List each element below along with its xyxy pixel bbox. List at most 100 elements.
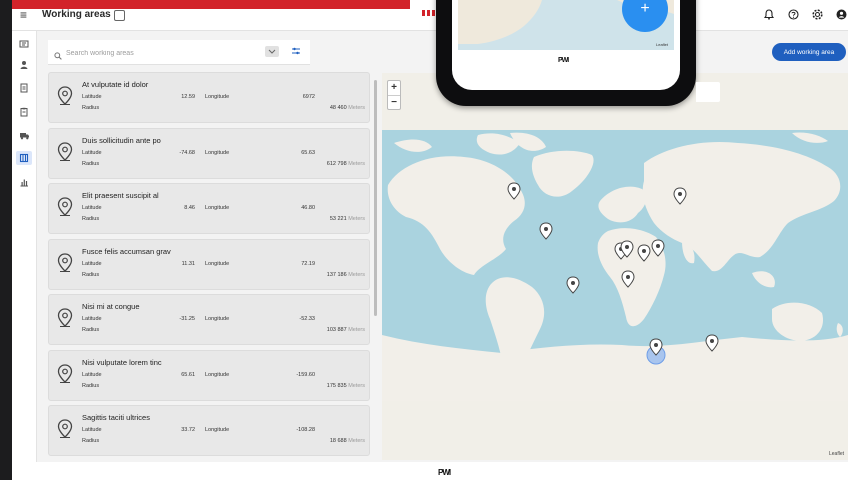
chart-icon <box>20 179 28 187</box>
phone-logo: PWI <box>558 57 569 64</box>
phone-overlay-bar <box>696 82 720 102</box>
longitude-label: Longitude <box>205 94 230 100</box>
radius-label: Radius <box>82 327 100 333</box>
tune-icon <box>292 47 300 55</box>
longitude-label: Longitude <box>205 316 230 322</box>
footer <box>12 462 848 480</box>
list-item[interactable]: Duis sollicitudin ante po Latitude -74.6… <box>48 128 370 179</box>
map-attribution[interactable]: Leaflet <box>829 451 844 457</box>
menu-icon[interactable]: ≡ <box>20 8 27 22</box>
longitude-label: Longitude <box>205 150 230 156</box>
list-item[interactable]: Nisi vulputate lorem tinc Latitude 65.61… <box>48 350 370 401</box>
person-icon <box>20 61 28 69</box>
longitude-value: 46.80 <box>301 205 315 211</box>
area-name: Nisi vulputate lorem tinc <box>82 358 162 367</box>
longitude-value: -159.60 <box>296 372 315 378</box>
sidebar-item-dashboard[interactable] <box>16 37 32 51</box>
latitude-label: Latitude <box>82 427 102 433</box>
location-pin-icon <box>57 364 73 389</box>
map-icon <box>19 153 29 163</box>
location-pin-icon <box>57 197 73 222</box>
latitude-value: 33.72 <box>181 427 195 433</box>
area-name: Elit praesent suscipit al <box>82 191 159 200</box>
longitude-label: Longitude <box>205 427 230 433</box>
latitude-label: Latitude <box>82 372 102 378</box>
longitude-value: 6972 <box>302 94 315 100</box>
search-icon <box>54 47 62 65</box>
area-name: Fusce felis accumsan grav <box>82 247 171 256</box>
zoom-controls: + − <box>387 80 401 110</box>
list-scrollbar[interactable] <box>374 80 377 316</box>
list-item[interactable]: Sagittis taciti ultrices Latitude 33.72 … <box>48 405 370 456</box>
location-pin-icon <box>57 308 73 333</box>
document-icon <box>20 83 28 93</box>
header-actions <box>762 6 848 22</box>
radius-value: 103 887 Meters <box>326 327 365 333</box>
search-input[interactable] <box>64 43 248 63</box>
area-name: Duis sollicitudin ante po <box>82 136 161 145</box>
phone-screen: Leaflet + PWI <box>452 0 680 90</box>
sidebar-item-documents[interactable] <box>16 81 32 95</box>
search-bar <box>48 40 310 65</box>
sidebar-item-fleet[interactable] <box>16 128 32 142</box>
radius-value: 48 460 Meters <box>329 105 365 111</box>
radius-label: Radius <box>82 272 100 278</box>
phone-map-attribution[interactable]: Leaflet <box>656 42 668 47</box>
list-item[interactable]: Elit praesent suscipit al Latitude 8.46 … <box>48 183 370 234</box>
radius-value: 18 688 Meters <box>329 438 365 444</box>
radius-label: Radius <box>82 216 100 222</box>
longitude-value: -52.33 <box>299 316 315 322</box>
radius-label: Radius <box>82 438 100 444</box>
footer-logo: PWI <box>438 468 451 477</box>
location-pin-icon <box>57 86 73 111</box>
truck-icon <box>19 132 29 139</box>
latitude-value: 8.46 <box>184 205 195 211</box>
latitude-label: Latitude <box>82 316 102 322</box>
bell-icon[interactable] <box>762 6 776 22</box>
filter-dropdown-button[interactable] <box>265 46 279 57</box>
latitude-value: 12.59 <box>181 94 195 100</box>
zoom-in-button[interactable]: + <box>388 81 400 96</box>
longitude-label: Longitude <box>205 205 230 211</box>
account-icon[interactable] <box>834 6 848 22</box>
latitude-label: Latitude <box>82 94 102 100</box>
longitude-value: 65.63 <box>301 150 315 156</box>
longitude-value: -108.28 <box>296 427 315 433</box>
radius-value: 137 186 Meters <box>326 272 365 278</box>
list-item[interactable]: Fusce felis accumsan grav Latitude 11.31… <box>48 239 370 290</box>
top-bar: ≡ Working areas <box>12 0 848 31</box>
zoom-out-button[interactable]: − <box>388 96 400 110</box>
location-pin-icon <box>57 142 73 167</box>
radius-value: 175 835 Meters <box>326 383 365 389</box>
latitude-value: 11.31 <box>181 261 195 267</box>
sidebar-item-reports[interactable] <box>16 175 32 189</box>
settings-icon[interactable] <box>810 6 824 22</box>
filter-settings-button[interactable] <box>290 45 302 57</box>
clipboard-icon <box>20 107 28 117</box>
sidebar-item-working-areas[interactable] <box>16 151 32 165</box>
longitude-label: Longitude <box>205 372 230 378</box>
radius-label: Radius <box>82 105 100 111</box>
world-map[interactable] <box>382 73 848 460</box>
list-item[interactable]: At vulputate id dolor Latitude 12.59 Lon… <box>48 72 370 123</box>
radius-label: Radius <box>82 161 100 167</box>
latitude-label: Latitude <box>82 261 102 267</box>
location-pin-icon <box>57 419 73 444</box>
working-area-list: At vulputate id dolor Latitude 12.59 Lon… <box>48 72 384 456</box>
sidebar-item-tasks[interactable] <box>16 105 32 119</box>
latitude-value: 65.61 <box>181 372 195 378</box>
help-icon[interactable] <box>786 6 800 22</box>
area-name: Nisi mi at congue <box>82 302 140 311</box>
dashboard-icon <box>19 40 29 47</box>
title-info-icon[interactable] <box>114 10 125 21</box>
list-item[interactable]: Nisi mi at congue Latitude -31.25 Longit… <box>48 294 370 345</box>
app-window: ≡ Working areas Search working areas At … <box>12 0 848 480</box>
phone-device: Leaflet + PWI <box>436 0 696 106</box>
latitude-label: Latitude <box>82 150 102 156</box>
area-name: Sagittis taciti ultrices <box>82 413 150 422</box>
sidebar <box>12 31 37 480</box>
sidebar-item-users[interactable] <box>16 58 32 72</box>
radius-value: 612 798 Meters <box>326 161 365 167</box>
latitude-label: Latitude <box>82 205 102 211</box>
add-working-area-button[interactable]: Add working area <box>772 43 846 61</box>
